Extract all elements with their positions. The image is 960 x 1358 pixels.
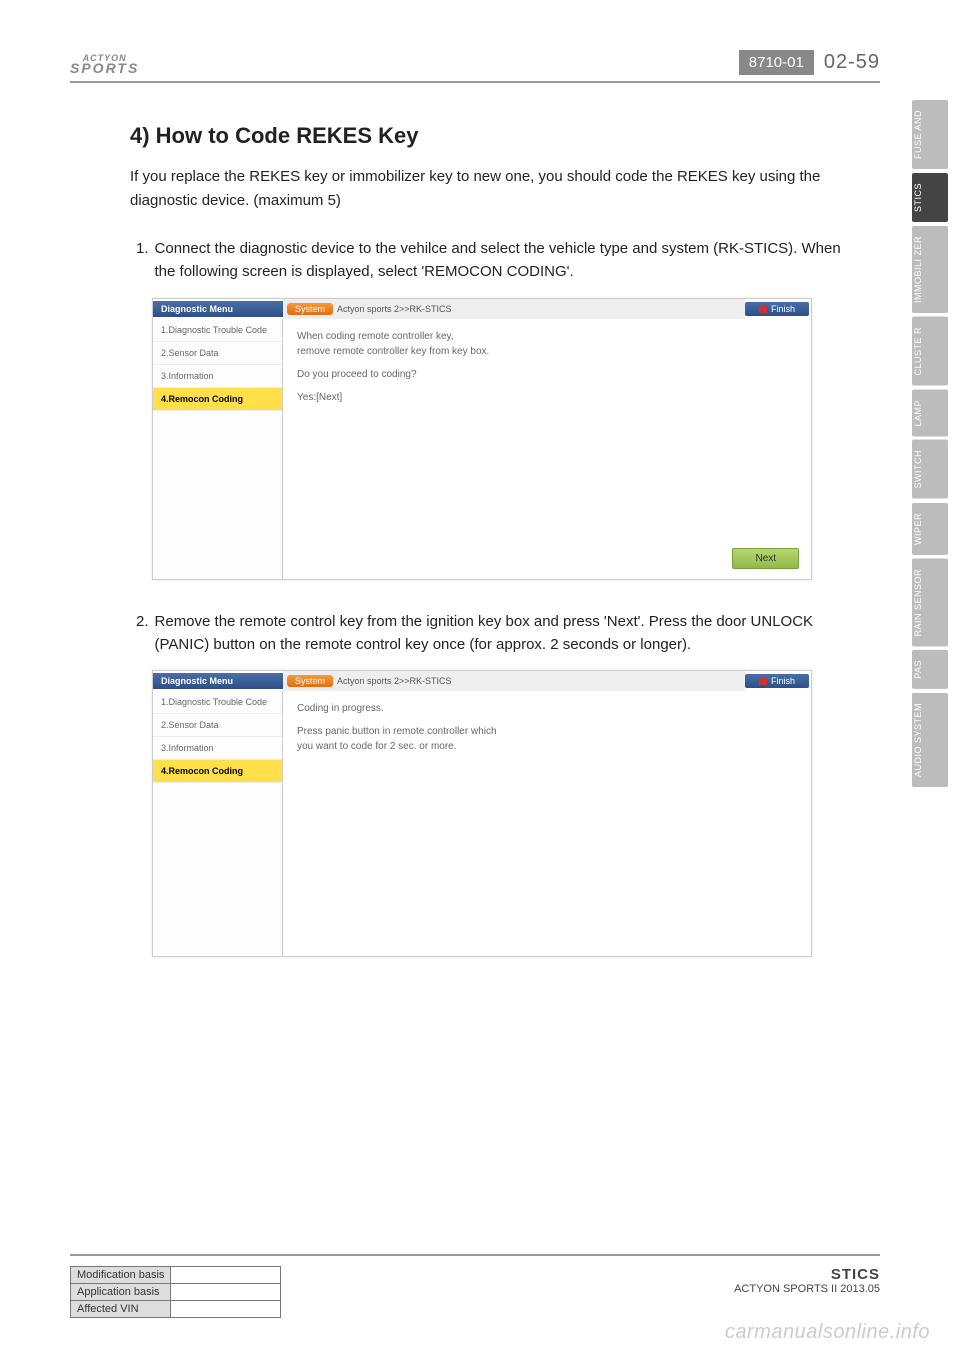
tab-immobilizer[interactable]: IMMOBILI ZER xyxy=(912,226,948,313)
diag-side-menu-2: 1.Diagnostic Trouble Code 2.Sensor Data … xyxy=(153,691,283,956)
menu-item-remocon-2[interactable]: 4.Remocon Coding xyxy=(153,760,282,783)
menu-item-dtc-2[interactable]: 1.Diagnostic Trouble Code xyxy=(153,691,282,714)
page-footer: Modification basis Application basis Aff… xyxy=(70,1254,880,1318)
meta-app-basis: Application basis xyxy=(71,1284,171,1301)
tab-lamp[interactable]: LAMP xyxy=(912,390,948,437)
s1-line4: Yes:[Next] xyxy=(297,390,797,405)
diag-menu-title-2: Diagnostic Menu xyxy=(153,673,283,689)
tab-stics[interactable]: STICS xyxy=(912,173,948,222)
breadcrumb-text-2: Actyon sports 2>>RK-STICS xyxy=(337,676,452,686)
diag-main-panel-1: When coding remote controller key, remov… xyxy=(283,319,811,579)
logo-line2: SPORTS xyxy=(70,60,139,76)
step-1-number: 1. xyxy=(136,237,149,284)
tab-audio-system[interactable]: AUDIO SYSTEM xyxy=(912,693,948,787)
diagnostic-screenshot-2: Diagnostic Menu System Actyon sports 2>>… xyxy=(152,670,812,957)
step-1-text: Connect the diagnostic device to the veh… xyxy=(155,237,860,284)
breadcrumb-text: Actyon sports 2>>RK-STICS xyxy=(337,304,452,314)
system-pill: System xyxy=(287,303,333,315)
tab-rain-sensor[interactable]: RAIN SENSOR xyxy=(912,559,948,647)
watermark: carmanualsonline.info xyxy=(725,1321,930,1344)
brand-logo: ACTYON SPORTS xyxy=(70,55,139,75)
stop-icon xyxy=(759,305,767,313)
step-1: 1. Connect the diagnostic device to the … xyxy=(130,237,860,284)
chapter-tabs: FUSE AND STICS IMMOBILI ZER CLUSTE R LAM… xyxy=(912,100,948,787)
step-2-number: 2. xyxy=(136,610,149,657)
finish-button[interactable]: Finish xyxy=(745,302,809,316)
s2-line1: Coding in progress. xyxy=(297,701,797,716)
diag-breadcrumb: System Actyon sports 2>>RK-STICS xyxy=(283,299,745,319)
diag-breadcrumb-2: System Actyon sports 2>>RK-STICS xyxy=(283,671,745,691)
menu-item-remocon[interactable]: 4.Remocon Coding xyxy=(153,388,282,411)
menu-item-info[interactable]: 3.Information xyxy=(153,365,282,388)
s1-line3: Do you proceed to coding? xyxy=(297,367,797,382)
s2-line3: you want to code for 2 sec. or more. xyxy=(297,739,797,754)
tab-switch[interactable]: SWITCH xyxy=(912,440,948,499)
system-pill-2: System xyxy=(287,675,333,687)
footer-category: STICS xyxy=(734,1266,880,1283)
menu-item-dtc[interactable]: 1.Diagnostic Trouble Code xyxy=(153,319,282,342)
diagnostic-screenshot-1: Diagnostic Menu System Actyon sports 2>>… xyxy=(152,298,812,580)
doc-code-badge: 8710-01 xyxy=(739,50,814,75)
revision-table: Modification basis Application basis Aff… xyxy=(70,1266,281,1318)
stop-icon-2 xyxy=(759,677,767,685)
step-2: 2. Remove the remote control key from th… xyxy=(130,610,860,657)
menu-item-sensor-2[interactable]: 2.Sensor Data xyxy=(153,714,282,737)
diag-menu-title: Diagnostic Menu xyxy=(153,301,283,317)
step-2-text: Remove the remote control key from the i… xyxy=(155,610,860,657)
tab-pas[interactable]: PAS xyxy=(912,650,948,689)
tab-cluster[interactable]: CLUSTE R xyxy=(912,317,948,386)
next-button[interactable]: Next xyxy=(732,548,799,569)
section-title: 4) How to Code REKES Key xyxy=(130,123,860,149)
s1-line1: When coding remote controller key, xyxy=(297,329,797,344)
s2-line2: Press panic button in remote controller … xyxy=(297,724,797,739)
diag-side-menu: 1.Diagnostic Trouble Code 2.Sensor Data … xyxy=(153,319,283,579)
section-intro: If you replace the REKES key or immobili… xyxy=(130,165,860,213)
meta-affected-vin: Affected VIN xyxy=(71,1301,171,1318)
tab-fuse[interactable]: FUSE AND xyxy=(912,100,948,169)
footer-model: ACTYON SPORTS II 2013.05 xyxy=(734,1283,880,1295)
menu-item-info-2[interactable]: 3.Information xyxy=(153,737,282,760)
meta-mod-basis: Modification basis xyxy=(71,1267,171,1284)
menu-item-sensor[interactable]: 2.Sensor Data xyxy=(153,342,282,365)
finish-button-2[interactable]: Finish xyxy=(745,674,809,688)
page-number: 02-59 xyxy=(824,51,880,74)
tab-wiper[interactable]: WIPER xyxy=(912,503,948,555)
s1-line2: remove remote controller key from key bo… xyxy=(297,344,797,359)
diag-main-panel-2: Coding in progress. Press panic button i… xyxy=(283,691,811,956)
page-header: ACTYON SPORTS 8710-01 02-59 xyxy=(70,50,880,83)
